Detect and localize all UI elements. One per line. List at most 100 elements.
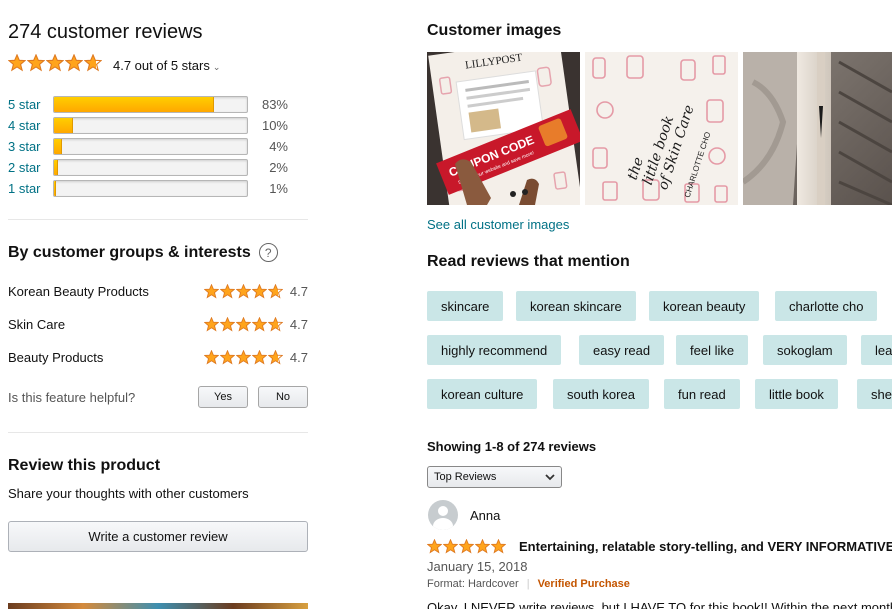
- average-rating[interactable]: 4.7 out of 5 stars ⌄: [7, 53, 220, 77]
- groups-title: By customer groups & interests ?: [8, 243, 278, 262]
- reviews-count-title: 274 customer reviews: [8, 21, 203, 43]
- star-icon: [459, 539, 474, 554]
- yes-button[interactable]: Yes: [198, 386, 248, 408]
- mention-chip[interactable]: lea: [861, 335, 892, 365]
- rating-histogram: 5 star 83% 4 star 10% 3 star 4% 2 star 2…: [8, 94, 308, 199]
- review-body: Okay, I NEVER write reviews, but I HAVE …: [427, 600, 892, 609]
- question-circle-icon[interactable]: ?: [258, 243, 278, 262]
- star-icon: [267, 283, 283, 298]
- group-score: 4.7: [289, 316, 308, 332]
- histogram-label[interactable]: 5 star: [8, 97, 53, 112]
- star-icon: [26, 53, 46, 72]
- histogram-row-4[interactable]: 4 star 10%: [8, 115, 308, 136]
- star-icon: [427, 539, 442, 554]
- customer-image-1[interactable]: LILLYPOST COUPON CODE Shop on our websit…: [427, 52, 580, 205]
- mention-chip[interactable]: korean skincare: [516, 291, 636, 321]
- write-review-button[interactable]: Write a customer review: [8, 521, 308, 552]
- star-icon: [64, 53, 84, 72]
- histogram-fill: [54, 181, 56, 196]
- group-score: 4.7: [289, 283, 308, 299]
- mention-chip[interactable]: skincare: [427, 291, 504, 321]
- review-product-subtitle: Share your thoughts with other customers: [8, 486, 249, 501]
- histogram-label[interactable]: 3 star: [8, 139, 53, 154]
- group-name: Skin Care: [8, 316, 66, 332]
- user-avatar-icon: [428, 500, 458, 530]
- mention-chip[interactable]: sokoglam: [763, 335, 847, 365]
- sort-selected-value: Top Reviews: [434, 471, 497, 483]
- star-icon: [203, 349, 219, 364]
- mention-chip[interactable]: korean beauty: [649, 291, 760, 321]
- histogram-row-2[interactable]: 2 star 2%: [8, 157, 308, 178]
- histogram-row-5[interactable]: 5 star 83%: [8, 94, 308, 115]
- star-icon: [45, 53, 65, 72]
- reviewer-name[interactable]: Anna: [470, 508, 500, 523]
- group-name: Korean Beauty Products: [8, 283, 149, 299]
- histogram-bar[interactable]: [53, 117, 248, 134]
- mention-chip[interactable]: south korea: [553, 379, 649, 409]
- verified-purchase-badge: Verified Purchase: [537, 578, 630, 590]
- star-icon: [7, 53, 27, 72]
- customer-image-3[interactable]: [743, 52, 892, 205]
- histogram-percent: 1%: [269, 181, 288, 196]
- mention-chip[interactable]: she: [857, 379, 892, 409]
- histogram-percent: 83%: [261, 97, 288, 112]
- helpful-feedback: Is this feature helpful? Yes No: [8, 386, 308, 408]
- book-cover-image: the little book of Skin Care CHARLOTTE C…: [585, 52, 738, 205]
- histogram-label[interactable]: 2 star: [8, 160, 53, 175]
- customer-images-title: Customer images: [427, 22, 562, 39]
- star-icon: [475, 539, 490, 554]
- histogram-bar[interactable]: [53, 159, 248, 176]
- meta-separator: |: [526, 578, 530, 590]
- histogram-fill: [54, 97, 215, 112]
- review-title-link[interactable]: Entertaining, relatable story-telling, a…: [519, 539, 892, 554]
- reviewer-profile[interactable]: Anna: [428, 500, 500, 530]
- histogram-label[interactable]: 4 star: [8, 118, 53, 133]
- histogram-fill: [54, 118, 74, 133]
- review-product-title: Review this product: [8, 457, 161, 474]
- group-stars: [203, 283, 284, 299]
- group-row: Skin Care 4.7: [8, 314, 308, 334]
- group-row: Beauty Products 4.7: [8, 347, 308, 367]
- star-icon: [443, 539, 458, 554]
- star-icon: [83, 53, 103, 72]
- histogram-bar[interactable]: [53, 96, 248, 113]
- star-icon: [219, 283, 235, 298]
- mentions-title: Read reviews that mention: [427, 253, 630, 270]
- section-divider: [8, 219, 308, 220]
- mention-chip[interactable]: fun read: [664, 379, 740, 409]
- histogram-fill: [54, 160, 58, 175]
- histogram-row-3[interactable]: 3 star 4%: [8, 136, 308, 157]
- mention-chip[interactable]: easy read: [579, 335, 665, 365]
- customer-image-2[interactable]: the little book of Skin Care CHARLOTTE C…: [585, 52, 738, 205]
- sort-dropdown[interactable]: Top Reviews: [427, 466, 562, 488]
- histogram-bar[interactable]: [53, 138, 248, 155]
- ad-banner-image[interactable]: [8, 603, 308, 609]
- see-all-images-link[interactable]: See all customer images: [427, 217, 569, 232]
- group-name: Beauty Products: [8, 349, 104, 365]
- review-meta: Format: Hardcover | Verified Purchase: [427, 578, 630, 590]
- histogram-percent: 2%: [269, 160, 288, 175]
- star-icon: [491, 539, 506, 554]
- average-stars: [7, 53, 103, 77]
- star-icon: [219, 349, 235, 364]
- mention-chip[interactable]: little book: [755, 379, 838, 409]
- group-score: 4.7: [289, 349, 308, 365]
- histogram-fill: [54, 139, 62, 154]
- mention-chip[interactable]: korean culture: [427, 379, 538, 409]
- review-format[interactable]: Format: Hardcover: [427, 578, 519, 590]
- average-rating-text[interactable]: 4.7 out of 5 stars ⌄: [113, 58, 220, 73]
- mention-chip[interactable]: feel like: [676, 335, 749, 365]
- histogram-row-1[interactable]: 1 star 1%: [8, 178, 308, 199]
- review-heading: Entertaining, relatable story-telling, a…: [427, 539, 892, 554]
- no-button[interactable]: No: [258, 386, 308, 408]
- mention-chip[interactable]: charlotte cho: [775, 291, 878, 321]
- mention-chip[interactable]: highly recommend: [427, 335, 562, 365]
- section-divider: [8, 432, 308, 433]
- group-stars: [203, 349, 284, 365]
- star-icon: [235, 316, 251, 331]
- histogram-percent: 10%: [261, 118, 288, 133]
- star-icon: [251, 283, 267, 298]
- histogram-percent: 4%: [269, 139, 288, 154]
- histogram-bar[interactable]: [53, 180, 248, 197]
- histogram-label[interactable]: 1 star: [8, 181, 53, 196]
